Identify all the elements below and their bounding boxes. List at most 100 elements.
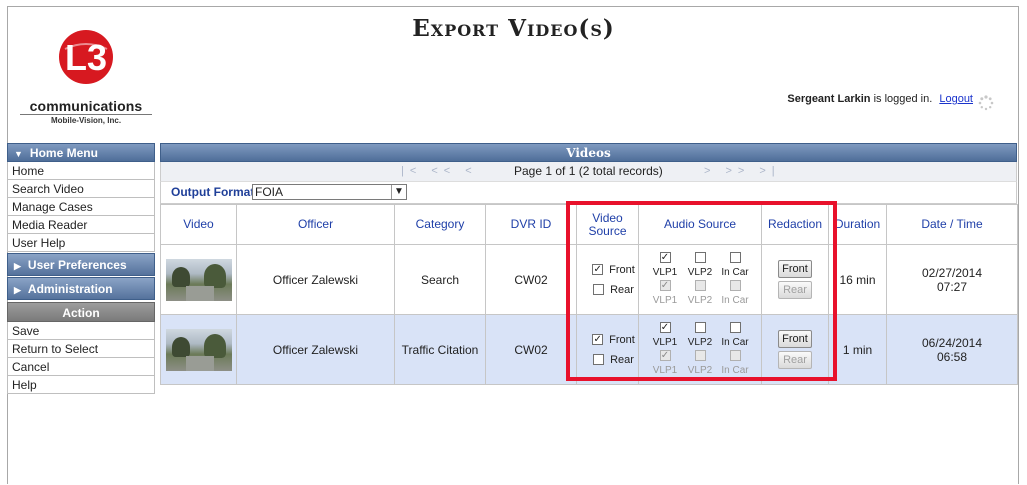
- col-duration[interactable]: Duration: [828, 204, 887, 245]
- rear-source-label: Rear: [610, 353, 634, 366]
- administration-title: Administration: [27, 282, 113, 296]
- video-thumbnail-cell: [160, 244, 237, 315]
- logo-subtitle: Mobile-Vision, Inc.: [50, 116, 122, 125]
- vlp1-front-checkbox[interactable]: ✓: [659, 321, 671, 333]
- rear-source-checkbox[interactable]: [593, 354, 605, 366]
- menu-item-user-help[interactable]: User Help: [7, 234, 155, 252]
- pager-prev-buttons[interactable]: |< << <: [401, 162, 478, 181]
- videos-panel-title: Videos: [160, 143, 1017, 162]
- action-help[interactable]: Help: [7, 376, 155, 394]
- pager-next-buttons[interactable]: > >> >|: [704, 162, 781, 181]
- rear-source-label: Rear: [610, 283, 634, 296]
- logout-link[interactable]: Logout: [939, 93, 973, 105]
- loading-spinner-icon: [978, 95, 994, 111]
- table-row: Officer Zalewski Traffic Citation CW02 ✓…: [160, 314, 1018, 385]
- redaction-rear-button: Rear: [778, 281, 812, 299]
- page-title: Export Video(s): [412, 15, 615, 42]
- user-status-text: is logged in.: [873, 93, 933, 105]
- in-car-label: In Car: [721, 294, 749, 306]
- menu-item-manage-cases[interactable]: Manage Cases: [7, 198, 155, 216]
- time-text: 07:27: [936, 279, 968, 294]
- action-return-to-select[interactable]: Return to Select: [7, 340, 155, 358]
- video-thumbnail-cell: [160, 314, 237, 385]
- user-name: Sergeant Larkin: [787, 93, 871, 105]
- dvr-id-cell: CW02: [485, 314, 577, 385]
- officer-cell: Officer Zalewski: [236, 244, 395, 315]
- vlp2-rear-checkbox: [694, 349, 706, 361]
- vlp1-rear-checkbox: ✓: [659, 279, 671, 291]
- table-row: Officer Zalewski Search CW02 ✓ Front Rear…: [160, 244, 1018, 315]
- user-preferences-header[interactable]: ▶ User Preferences: [7, 253, 155, 276]
- action-menu-header: Action: [7, 302, 155, 322]
- triangle-right-icon: ▶: [14, 285, 21, 295]
- logo-brand-text: communications: [29, 98, 143, 114]
- officer-cell: Officer Zalewski: [236, 314, 395, 385]
- table-header-row: Video Officer Category DVR ID Video Sour…: [160, 204, 1018, 245]
- date-time-cell: 06/24/2014 06:58: [886, 314, 1018, 385]
- col-dvr-id[interactable]: DVR ID: [485, 204, 577, 245]
- user-status-bar: Sergeant Larkin is logged in. Logout: [787, 93, 973, 105]
- svg-text:L3: L3: [65, 37, 107, 78]
- vlp1-front-checkbox[interactable]: ✓: [659, 251, 671, 263]
- category-cell: Search: [394, 244, 486, 315]
- in-car-label: In Car: [721, 266, 749, 278]
- output-format-bar: Output Format: FOIA ▼: [160, 181, 1017, 204]
- col-redaction[interactable]: Redaction: [761, 204, 829, 245]
- output-format-select[interactable]: FOIA ▼: [252, 184, 407, 200]
- vlp2-label: VLP2: [687, 364, 713, 376]
- rear-source-checkbox[interactable]: [593, 284, 605, 296]
- chevron-down-icon: ▼: [391, 185, 406, 199]
- redaction-cell: Front Rear: [761, 244, 829, 315]
- output-format-value: FOIA: [255, 185, 284, 199]
- vlp2-front-checkbox[interactable]: [694, 321, 706, 333]
- videos-panel: Videos |< << < Page 1 of 1 (2 total reco…: [160, 143, 1018, 385]
- front-source-label: Front: [609, 333, 635, 346]
- vlp1-label: VLP1: [652, 364, 678, 376]
- redaction-front-button[interactable]: Front: [778, 330, 812, 348]
- time-text: 06:58: [936, 349, 968, 364]
- action-cancel[interactable]: Cancel: [7, 358, 155, 376]
- video-thumbnail[interactable]: [165, 258, 232, 301]
- col-video[interactable]: Video: [160, 204, 237, 245]
- action-save[interactable]: Save: [7, 322, 155, 340]
- incar-rear-checkbox: [729, 279, 741, 291]
- col-video-source[interactable]: Video Source: [576, 204, 639, 245]
- date-time-cell: 02/27/2014 07:27: [886, 244, 1018, 315]
- menu-item-search-video[interactable]: Search Video: [7, 180, 155, 198]
- dvr-id-cell: CW02: [485, 244, 577, 315]
- incar-front-checkbox[interactable]: [729, 251, 741, 263]
- output-format-label: Output Format:: [171, 185, 259, 199]
- front-source-checkbox[interactable]: ✓: [592, 334, 604, 346]
- vlp2-rear-checkbox: [694, 279, 706, 291]
- logo-divider: [20, 114, 152, 115]
- video-thumbnail[interactable]: [165, 328, 232, 371]
- front-source-checkbox[interactable]: ✓: [592, 264, 604, 276]
- date-text: 06/24/2014: [921, 335, 983, 350]
- triangle-down-icon: ▼: [14, 149, 23, 159]
- left-menu: ▼ Home Menu Home Search Video Manage Case…: [7, 143, 155, 394]
- col-officer[interactable]: Officer: [236, 204, 395, 245]
- incar-rear-checkbox: [729, 349, 741, 361]
- date-text: 02/27/2014: [921, 265, 983, 280]
- home-menu-header[interactable]: ▼ Home Menu: [7, 143, 155, 162]
- administration-header[interactable]: ▶ Administration: [7, 277, 155, 300]
- vlp2-label: VLP2: [687, 266, 713, 278]
- redaction-front-button[interactable]: Front: [778, 260, 812, 278]
- vlp2-front-checkbox[interactable]: [694, 251, 706, 263]
- menu-item-media-reader[interactable]: Media Reader: [7, 216, 155, 234]
- pagination-bar: |< << < Page 1 of 1 (2 total records) > …: [160, 162, 1017, 181]
- col-date-time[interactable]: Date / Time: [886, 204, 1018, 245]
- triangle-right-icon: ▶: [14, 261, 21, 271]
- front-source-label: Front: [609, 263, 635, 276]
- in-car-label: In Car: [721, 336, 749, 348]
- col-category[interactable]: Category: [394, 204, 486, 245]
- duration-cell: 1 min: [828, 314, 887, 385]
- col-audio-source[interactable]: Audio Source: [638, 204, 762, 245]
- menu-item-home[interactable]: Home: [7, 162, 155, 180]
- in-car-label: In Car: [721, 364, 749, 376]
- redaction-cell: Front Rear: [761, 314, 829, 385]
- video-source-cell: ✓ Front Rear: [576, 244, 639, 315]
- page-info: Page 1 of 1 (2 total records): [514, 164, 663, 178]
- incar-front-checkbox[interactable]: [729, 321, 741, 333]
- video-source-cell: ✓ Front Rear: [576, 314, 639, 385]
